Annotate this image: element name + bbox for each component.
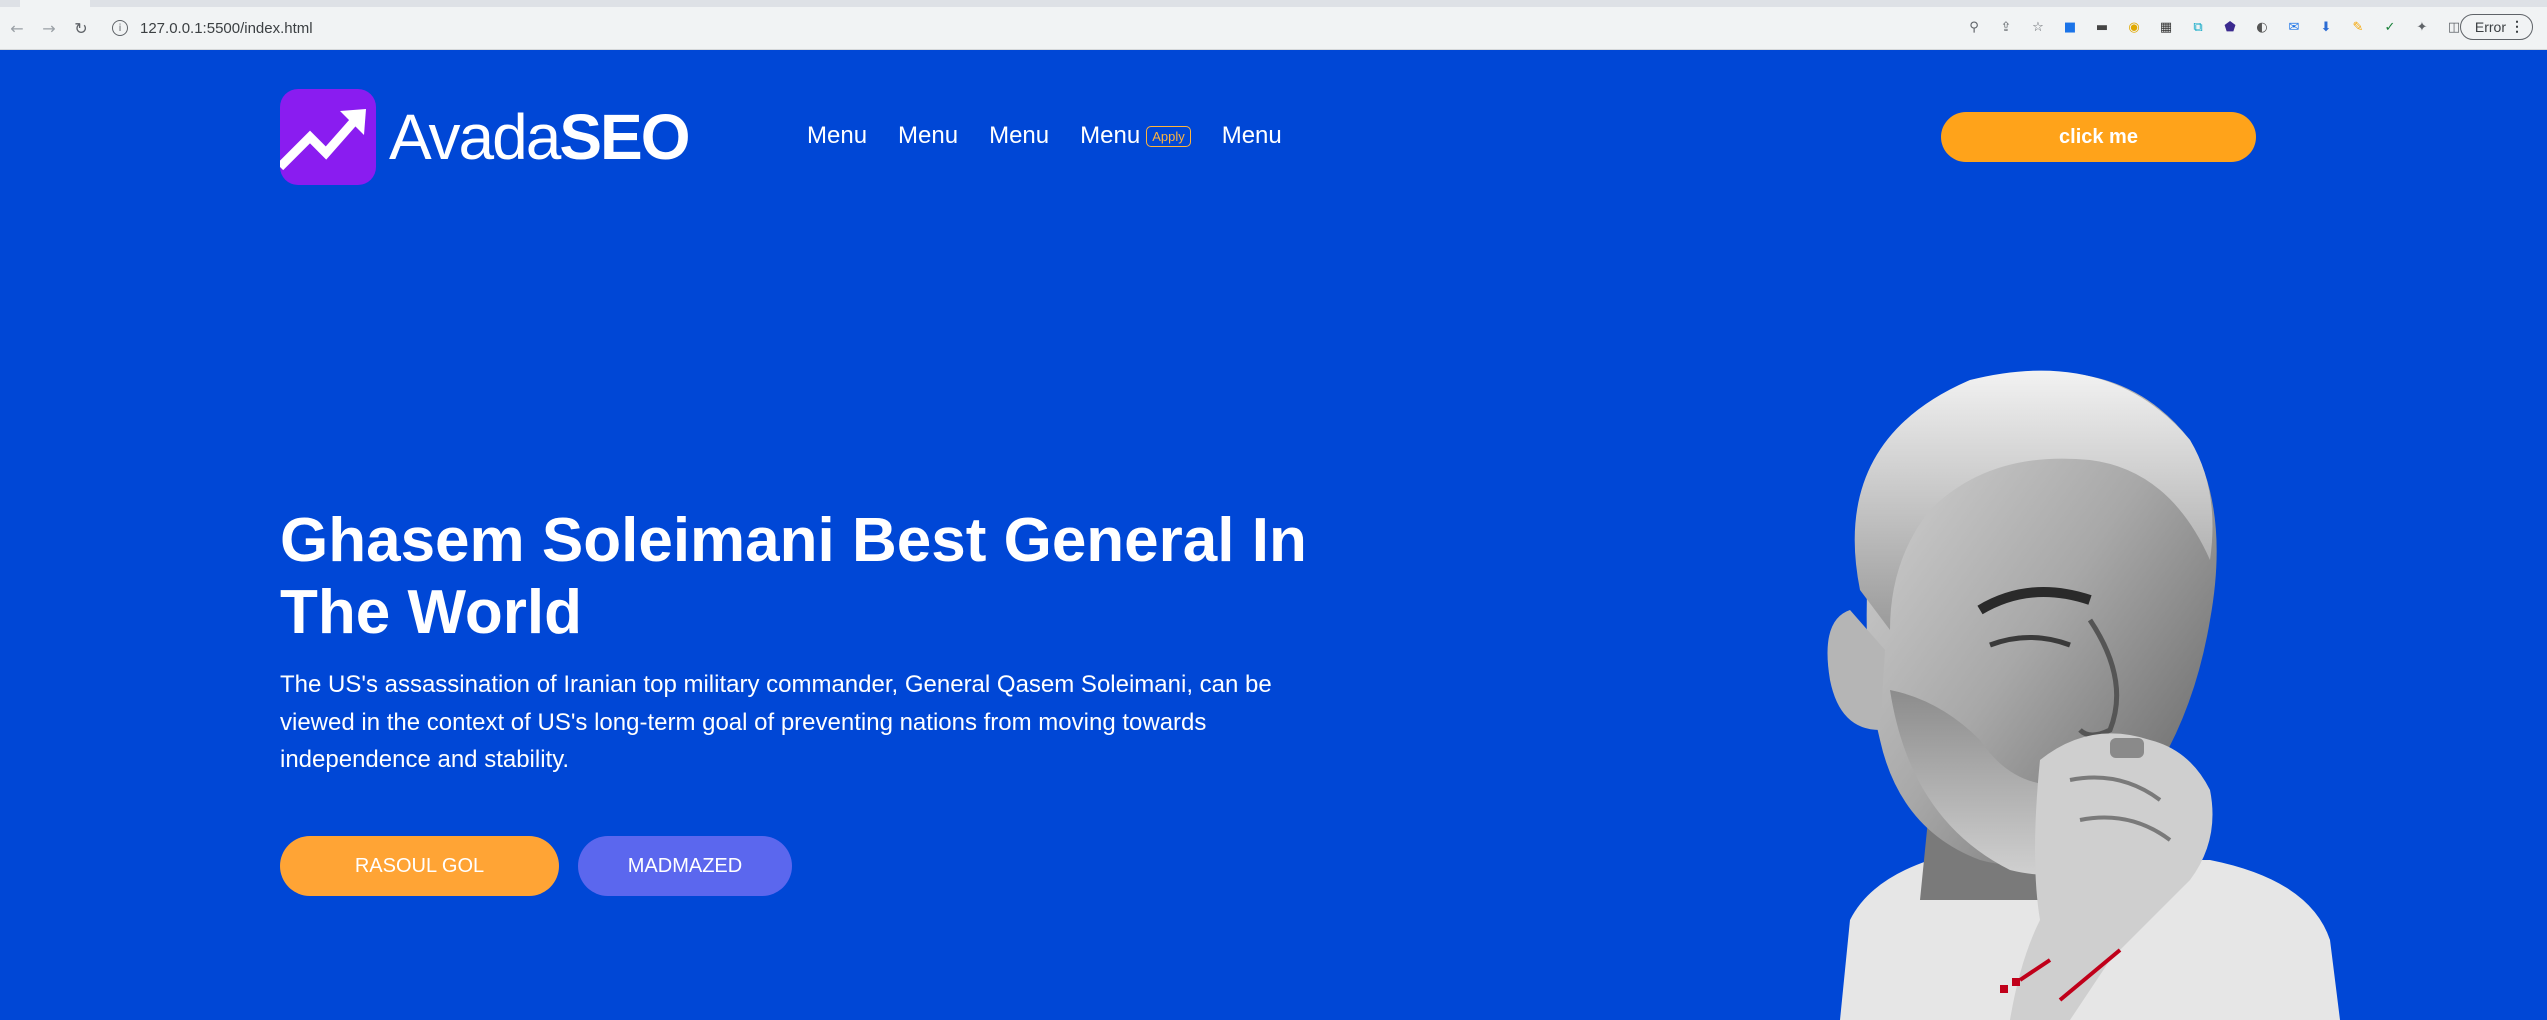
forward-arrow-icon[interactable]: → <box>38 17 60 39</box>
menu-item-5[interactable]: Menu <box>1222 122 1282 150</box>
error-label: Error <box>2474 19 2506 35</box>
extension-3-icon[interactable]: ◉ <box>2123 16 2145 38</box>
click-me-button[interactable]: click me <box>1941 112 2256 162</box>
error-button[interactable]: Error ⋮ <box>2459 14 2533 40</box>
logo-wordmark: AvadaSEO <box>389 100 690 174</box>
menu-item-4-label: Menu <box>1080 122 1141 149</box>
hero-title: Ghasem Soleimani Best General In The Wor… <box>280 506 1307 647</box>
zoom-icon[interactable]: ⚲ <box>1963 16 1985 38</box>
puzzle-extensions-icon[interactable]: ✦ <box>2411 16 2433 38</box>
menu-item-4[interactable]: Menu Apply <box>1080 122 1191 150</box>
download-icon[interactable]: ⬇ <box>2315 16 2337 38</box>
url-text: 127.0.0.1:5500/index.html <box>140 19 313 37</box>
extension-10-icon[interactable]: ✎ <box>2347 16 2369 38</box>
extension-5-icon[interactable]: ⧉ <box>2187 16 2209 38</box>
logo-text-light: Avada <box>389 101 561 173</box>
extension-11-icon[interactable]: ✓ <box>2379 16 2401 38</box>
extension-2-icon[interactable]: ▬ <box>2091 16 2113 38</box>
active-tab[interactable] <box>20 0 90 7</box>
share-icon[interactable]: ⇪ <box>1995 16 2017 38</box>
address-bar[interactable]: i 127.0.0.1:5500/index.html <box>104 13 2104 43</box>
rasoul-gol-button[interactable]: RASOUL GOL <box>280 836 559 896</box>
site-info-icon[interactable]: i <box>112 20 128 36</box>
extension-7-icon[interactable]: ◐ <box>2251 16 2273 38</box>
back-arrow-icon[interactable]: ← <box>6 17 28 39</box>
extension-6-icon[interactable]: ⬟ <box>2219 16 2241 38</box>
reload-icon[interactable]: ↻ <box>70 17 92 39</box>
extensions-toolbar: ⚲ ⇪ ☆ ■ ▬ ◉ ▦ ⧉ ⬟ ◐ ✉ ⬇ ✎ ✓ ✦ ◫ r <box>1963 15 2497 39</box>
browser-toolbar: ← → ↻ i 127.0.0.1:5500/index.html ⚲ ⇪ ☆ … <box>0 0 2547 50</box>
site-logo[interactable]: AvadaSEO <box>280 89 690 185</box>
extension-8-icon[interactable]: ✉ <box>2283 16 2305 38</box>
menu-item-1[interactable]: Menu <box>807 122 867 150</box>
madmazed-button[interactable]: MADMAZED <box>578 836 792 896</box>
menu-item-2[interactable]: Menu <box>898 122 958 150</box>
general-portrait-image <box>1827 370 2340 1020</box>
apply-badge: Apply <box>1146 125 1191 147</box>
extension-1-icon[interactable]: ■ <box>2059 16 2081 38</box>
main-menu: Menu Menu Menu Menu Apply Menu <box>807 122 1313 150</box>
logo-text-bold: SEO <box>559 101 690 173</box>
tab-strip <box>0 0 2547 7</box>
qr-code-icon[interactable]: ▦ <box>2155 16 2177 38</box>
menu-item-3[interactable]: Menu <box>989 122 1049 150</box>
more-menu-icon[interactable]: ⋮ <box>2510 18 2524 35</box>
hero-description: The US's assassination of Iranian top mi… <box>280 671 1272 773</box>
hero-section: AvadaSEO Menu Menu Menu Menu Apply Menu … <box>0 50 2547 1020</box>
trend-arrow-icon <box>280 89 376 185</box>
bookmark-star-icon[interactable]: ☆ <box>2027 16 2049 38</box>
